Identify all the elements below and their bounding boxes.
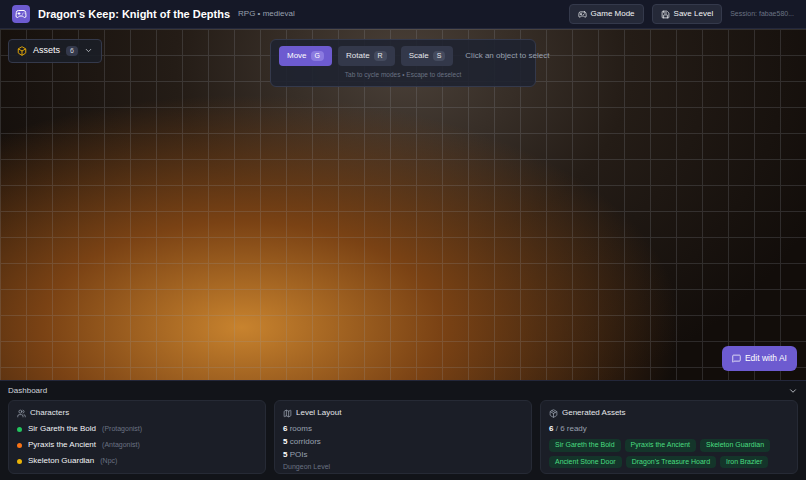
character-row: Sir Gareth the Bold(Protagonist)	[17, 423, 257, 435]
ready-count: 6 / 6 ready	[549, 423, 789, 435]
character-row: Pyraxis the Ancient(Antagonist)	[17, 439, 257, 451]
logo	[12, 5, 30, 23]
status-dot	[17, 427, 22, 432]
save-icon	[661, 10, 670, 19]
asset-tag: Sir Gareth the Bold	[549, 439, 621, 452]
viewport[interactable]: Assets6 MoveG RotateR ScaleS Click an object…	[0, 29, 806, 380]
mode-button[interactable]: MoveG	[279, 46, 332, 66]
status-dot	[17, 443, 22, 448]
box-icon	[17, 46, 27, 56]
level-layout-card: Level Layout 6 rooms5 corridors5 POIsDung…	[274, 400, 532, 474]
toolbar-help: Tab to cycle modes • Escape to deselect	[345, 70, 461, 80]
card-title: Generated Assets	[549, 407, 789, 419]
layout-stat: 5 POIs	[283, 449, 523, 461]
save-button[interactable]: Save Level	[652, 4, 723, 24]
app: Dragon's Keep: Knight of the Depths RPG •…	[0, 0, 806, 480]
layout-stat: 6 rooms	[283, 423, 523, 435]
transform-toolbar: MoveGRotateRScaleSClick an object to sel…	[270, 39, 536, 87]
asset-tag: Skeleton Guardian	[700, 439, 770, 452]
selection-hint: Click an object to select	[465, 50, 549, 62]
asset-tag: Dragon's Treasure Hoard	[626, 456, 716, 469]
map-icon	[283, 409, 292, 418]
package-icon	[549, 409, 558, 418]
gamepad-icon	[578, 10, 587, 19]
mode-button[interactable]: ScaleS	[401, 46, 454, 66]
status-dot	[17, 459, 22, 464]
title: Dragon's Keep: Knight of the Depths	[38, 6, 230, 23]
edit-with-ai-button[interactable]: Edit with AI	[722, 346, 797, 371]
header: Dragon's Keep: Knight of the Depths RPG •…	[0, 0, 806, 29]
chevron-down-icon	[788, 386, 798, 396]
assets-count: 6	[66, 46, 78, 57]
layout-stat: 5 corridors	[283, 436, 523, 448]
asset-tag: Ancient Stone Door	[549, 456, 622, 469]
subtitle: RPG • medieval	[238, 8, 295, 20]
chat-icon	[732, 354, 741, 363]
character-row: Skeleton Guardian(Npc)	[17, 455, 257, 467]
users-icon	[17, 409, 26, 418]
generated-assets-card: Generated Assets 6 / 6 ready Sir Gareth th…	[540, 400, 798, 474]
dashboard: Dashboard Characters Sir Gareth the Bold(P…	[0, 380, 806, 480]
asset-tag: Iron Brazier	[720, 456, 768, 469]
shortcut-key: R	[374, 51, 387, 62]
card-title: Level Layout	[283, 407, 523, 419]
dashboard-title: Dashboard	[8, 385, 47, 397]
card-title: Characters	[17, 407, 257, 419]
characters-card: Characters Sir Gareth the Bold(Protagonis…	[8, 400, 266, 474]
mode-button[interactable]: RotateR	[338, 46, 395, 66]
shortcut-key: S	[433, 51, 446, 62]
asset-tag: Pyraxis the Ancient	[625, 439, 697, 452]
assets-button[interactable]: Assets6	[8, 39, 102, 63]
game-button[interactable]: Game Mode	[569, 4, 644, 24]
chevron-down-icon	[84, 46, 93, 55]
shortcut-key: G	[311, 51, 324, 62]
layout-caption: Dungeon Level	[283, 462, 523, 473]
dashboard-header[interactable]: Dashboard	[8, 381, 798, 400]
session-id: Session: fabae580...	[730, 9, 794, 20]
gamepad-icon	[15, 8, 27, 20]
